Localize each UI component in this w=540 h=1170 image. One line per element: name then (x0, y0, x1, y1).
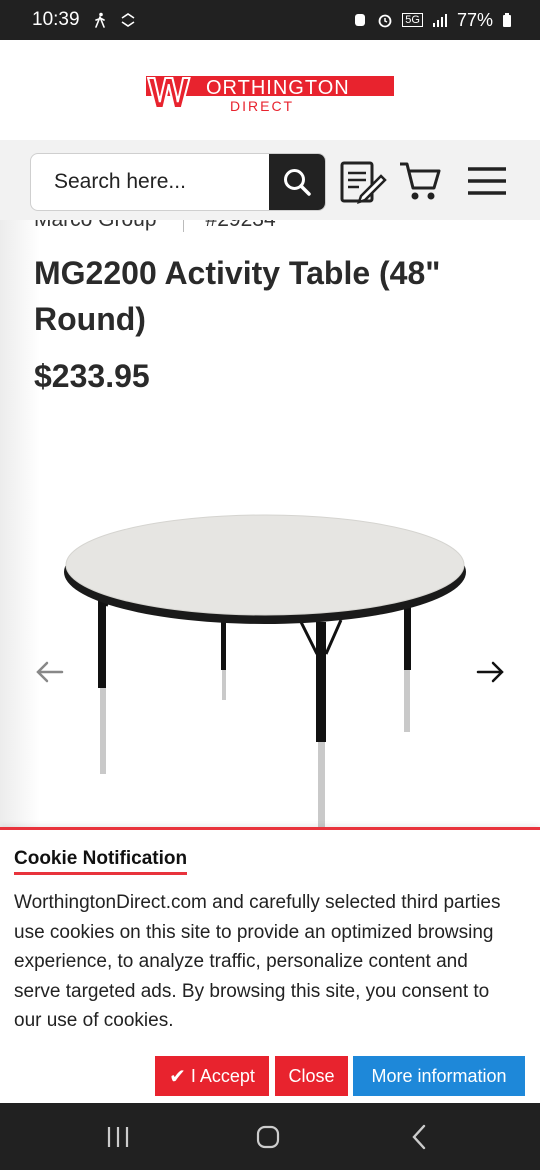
arrow-right-icon[interactable] (474, 656, 506, 688)
search-toolbar (0, 140, 540, 220)
product-sku: #29234 (184, 220, 276, 232)
signal-icon (432, 14, 447, 27)
alarm-icon (378, 14, 392, 28)
walking-icon (94, 12, 105, 28)
product-meta: Marco Group #29234 (34, 220, 276, 232)
menu-icon[interactable] (467, 167, 507, 195)
product-price: $233.95 (34, 358, 150, 394)
search-icon (284, 169, 311, 196)
search-box (30, 153, 326, 211)
status-time: 10:39 (32, 9, 80, 30)
product-detail: Marco Group #29234 MG2200 Activity Table… (0, 220, 540, 830)
status-bar: 10:39 5G 77% (0, 0, 540, 40)
system-nav-bar (0, 1103, 540, 1170)
shield-icon (355, 14, 366, 26)
cookie-text: WorthingtonDirect.com and carefully sele… (14, 892, 501, 1031)
close-button-label: Close (288, 1065, 335, 1086)
recent-apps-icon[interactable] (104, 1123, 132, 1151)
search-input[interactable] (31, 154, 271, 210)
product-title: MG2200 Activity Table (48" Round) (34, 255, 441, 337)
product-brand[interactable]: Marco Group (34, 220, 184, 232)
worthington-direct-logo[interactable]: W ORTHINGTON DIRECT (146, 68, 394, 114)
more-information-button[interactable]: More information (353, 1056, 525, 1096)
logo-sub-text: DIRECT (230, 98, 294, 114)
accept-button-label: I Accept (190, 1065, 255, 1086)
check-icon: ✔ (169, 1065, 186, 1088)
cart-icon[interactable] (398, 160, 442, 202)
cookie-notification: Cookie Notification WorthingtonDirect.co… (0, 827, 540, 1103)
accept-button[interactable]: ✔ I Accept (155, 1056, 269, 1096)
logo-main-text: ORTHINGTON (206, 77, 350, 99)
logo-initial: W (148, 69, 190, 114)
back-icon[interactable] (406, 1123, 434, 1151)
site-header: W ORTHINGTON DIRECT (0, 40, 540, 140)
data-saver-icon (121, 13, 134, 27)
cookie-title: Cookie Notification (14, 848, 188, 875)
battery-icon (503, 13, 511, 27)
product-image[interactable] (55, 510, 475, 830)
battery-level: 77% (456, 9, 493, 30)
search-button[interactable] (269, 154, 325, 210)
more-information-label: More information (371, 1065, 507, 1086)
quick-order-icon[interactable] (339, 160, 387, 204)
home-icon[interactable] (254, 1123, 282, 1151)
network-type: 5G (402, 13, 423, 27)
close-button[interactable]: Close (275, 1056, 348, 1096)
